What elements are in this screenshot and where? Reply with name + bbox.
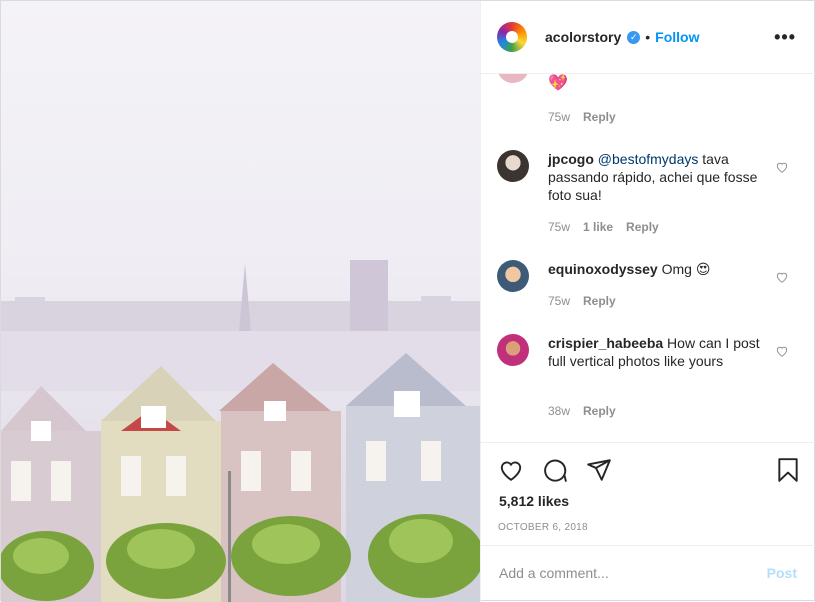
comment-composer: Post: [481, 545, 815, 602]
reply-button[interactable]: Reply: [583, 404, 616, 418]
comment-time: 38w: [548, 404, 571, 418]
reply-button[interactable]: Reply: [583, 294, 616, 308]
likes-count[interactable]: 5,812 likes: [499, 493, 569, 509]
post-window: acolorstory ✓ • Follow ••• 💖 75w Reply jp…: [0, 0, 815, 602]
comment-username[interactable]: jpcogo: [548, 151, 594, 167]
avatar[interactable]: [497, 74, 529, 83]
avatar[interactable]: [497, 22, 527, 52]
heart-icon[interactable]: [775, 344, 789, 358]
post-date[interactable]: OCTOBER 6, 2018: [498, 522, 588, 533]
reply-button[interactable]: Reply: [583, 110, 616, 124]
reply-button[interactable]: Reply: [626, 220, 659, 234]
comment-likes[interactable]: 1 like: [583, 220, 613, 234]
avatar[interactable]: [497, 150, 529, 182]
verified-icon: ✓: [627, 30, 641, 44]
post-actions: 5,812 likes OCTOBER 6, 2018: [481, 442, 815, 545]
heart-icon[interactable]: [498, 457, 524, 483]
post-photo[interactable]: [1, 1, 480, 602]
comment-username[interactable]: crispier_habeeba: [548, 335, 663, 351]
comment-icon[interactable]: [542, 457, 568, 483]
more-icon[interactable]: •••: [774, 27, 796, 48]
post-sidebar: acolorstory ✓ • Follow ••• 💖 75w Reply jp…: [480, 1, 815, 602]
bookmark-icon[interactable]: [775, 457, 801, 483]
comment-meta: 75w Reply: [548, 294, 629, 308]
comments-list[interactable]: 💖 75w Reply jpcogo @bestofmydays tava pas…: [481, 74, 815, 442]
painted-ladies-image: [1, 260, 480, 602]
comment-text: 💖: [548, 75, 568, 92]
heart-icon[interactable]: [775, 160, 789, 174]
separator-dot: •: [645, 29, 651, 45]
comment-text: equinoxodyssey Omg 😍: [548, 260, 766, 278]
comment-text: jpcogo @bestofmydays tava passando rápid…: [548, 150, 766, 204]
comment-time: 75w: [548, 110, 571, 124]
post-button[interactable]: Post: [767, 565, 797, 581]
comment-time: 75w: [548, 220, 571, 234]
follow-button[interactable]: Follow: [655, 29, 699, 45]
comment-meta: 75w Reply: [548, 110, 629, 124]
comment-text: crispier_habeeba How can I post full ver…: [548, 334, 766, 370]
heart-icon[interactable]: [775, 270, 789, 284]
username-link[interactable]: acolorstory: [545, 29, 621, 45]
comment-body: Omg 😍: [657, 261, 711, 277]
avatar[interactable]: [497, 334, 529, 366]
comment-username[interactable]: equinoxodyssey: [548, 261, 658, 277]
comment-meta: 38w Reply: [548, 404, 629, 418]
avatar[interactable]: [497, 260, 529, 292]
share-icon[interactable]: [586, 457, 612, 483]
mention-link[interactable]: @bestofmydays: [598, 151, 699, 167]
comment-time: 75w: [548, 294, 571, 308]
comment-input[interactable]: [499, 565, 739, 581]
comment-meta: 75w 1 like Reply: [548, 220, 672, 234]
post-header: acolorstory ✓ • Follow •••: [481, 1, 815, 74]
